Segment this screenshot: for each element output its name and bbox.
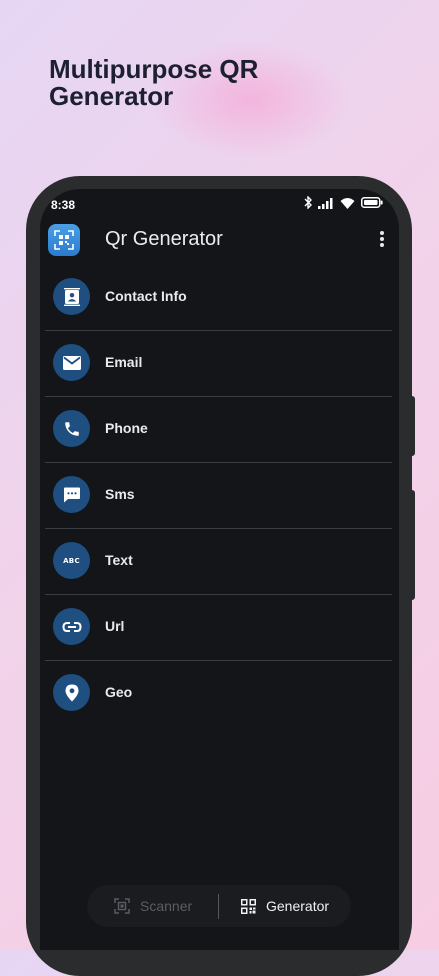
status-icons — [304, 196, 383, 209]
nav-divider — [218, 894, 219, 919]
signal-icon — [318, 197, 333, 209]
app-title: Qr Generator — [105, 228, 223, 250]
nav-generator-tab[interactable]: Generator — [241, 885, 329, 927]
abc-text-icon: ABC — [53, 542, 90, 579]
bottom-navigation: Scanner Generator — [87, 885, 351, 927]
list-item-geo[interactable]: Geo — [45, 661, 392, 727]
nav-scanner-tab[interactable]: Scanner — [114, 885, 192, 927]
promo-headline: Multipurpose QR Generator — [49, 54, 259, 111]
list-item-label: Text — [105, 552, 133, 568]
list-item-sms[interactable]: Sms — [45, 463, 392, 529]
battery-icon — [361, 197, 383, 208]
list-item-label: Phone — [105, 420, 148, 436]
phone-volume-button — [410, 396, 415, 456]
more-options-icon[interactable] — [379, 230, 385, 248]
qr-code-icon — [241, 898, 256, 914]
envelope-icon — [53, 344, 90, 381]
phone-power-button — [410, 490, 415, 600]
status-bar: 8:38 — [40, 189, 399, 219]
list-item-label: Sms — [105, 486, 135, 502]
wifi-icon — [340, 197, 355, 209]
generator-type-list: Contact Info Email Phone Sms ABC Text Ur… — [45, 265, 392, 727]
phone-icon — [53, 410, 90, 447]
list-item-email[interactable]: Email — [45, 331, 392, 397]
bluetooth-icon — [304, 196, 312, 209]
list-item-label: Contact Info — [105, 288, 187, 304]
list-item-phone[interactable]: Phone — [45, 397, 392, 463]
list-item-label: Email — [105, 354, 143, 370]
list-item-url[interactable]: Url — [45, 595, 392, 661]
contact-card-icon — [53, 278, 90, 315]
list-item-contact-info[interactable]: Contact Info — [45, 265, 392, 331]
location-pin-icon — [53, 674, 90, 711]
list-item-text[interactable]: ABC Text — [45, 529, 392, 595]
sms-icon — [53, 476, 90, 513]
nav-scanner-label: Scanner — [140, 898, 193, 914]
list-item-label: Url — [105, 618, 125, 634]
status-time: 8:38 — [51, 198, 76, 212]
nav-generator-label: Generator — [266, 898, 330, 914]
app-bar: Qr Generator — [40, 222, 399, 258]
qr-app-logo-icon — [48, 224, 80, 256]
scan-icon — [114, 898, 130, 914]
link-icon — [53, 608, 90, 645]
list-item-label: Geo — [105, 684, 133, 700]
phone-screen: 8:38 Qr Generator Contact Info Email Pho… — [40, 189, 399, 950]
